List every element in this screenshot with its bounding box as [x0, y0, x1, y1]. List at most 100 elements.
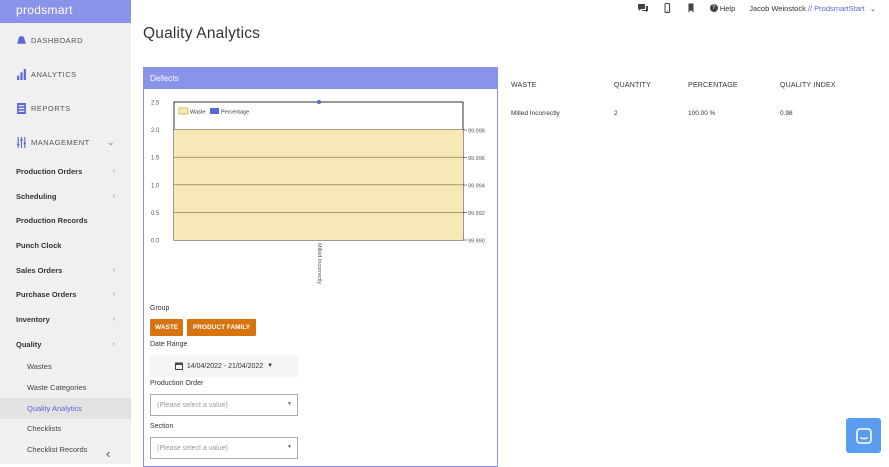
section-placeholder: (Please select a value) — [157, 445, 228, 452]
chevron-left-icon: ‹ — [112, 192, 115, 200]
mobile-icon[interactable] — [662, 3, 672, 13]
sidebar-item-inventory[interactable]: Inventory ‹ — [0, 307, 131, 332]
sidebar-item-purchase-orders[interactable]: Purchase Orders ‹ — [0, 282, 131, 307]
y-tick-label: 1.0 — [151, 183, 160, 189]
cell-quantity: 2 — [614, 109, 618, 117]
sidebar-item-label: Production Orders — [16, 166, 83, 176]
nav-management[interactable]: MANAGEMENT ⌄ — [0, 125, 131, 159]
sidebar-item-sales-orders[interactable]: Sales Orders ‹ — [0, 258, 131, 283]
y-tick-label: 0.0 — [151, 239, 160, 245]
sidebar-subitem-wastes[interactable]: Wastes — [0, 357, 131, 378]
sidebar-subitem-checklist-records[interactable]: Checklist Records — [0, 439, 131, 460]
chat-launcher-button[interactable] — [846, 418, 881, 453]
defects-chart: 2.5 2.0 1.5 1.0 0.5 0.0 99.998 99.996 99.994 99.9… — [151, 100, 485, 285]
group-label: Group — [150, 305, 170, 312]
sidebar-item-label: Purchase Orders — [16, 290, 77, 300]
legend-label-percentage: Percentage — [221, 110, 249, 116]
nav-reports[interactable]: REPORTS — [0, 91, 131, 125]
bookmark-icon[interactable] — [686, 3, 696, 13]
collapse-sidebar-icon[interactable]: ‹ — [106, 446, 110, 461]
y2-tick-label: 99.998 — [468, 129, 485, 135]
sidebar-item-production-orders[interactable]: Production Orders ‹ — [0, 159, 131, 184]
chevron-left-icon: ‹ — [112, 266, 115, 274]
page-title: Quality Analytics — [143, 25, 261, 42]
sidebar-subitem-quality-analytics[interactable]: Quality Analytics — [0, 397, 131, 419]
report-icon — [17, 102, 26, 114]
legend-label-waste: Waste — [190, 110, 205, 116]
chevron-left-icon: ‹ — [112, 340, 115, 348]
help-link[interactable]: ? Help — [709, 3, 736, 13]
sidebar-subitem-waste-categories[interactable]: Waste Categories — [0, 377, 131, 398]
quality-table: WASTE QUANTITY PERCENTAGE QUALITY INDEX … — [511, 75, 876, 123]
defects-panel: Defects 2.5 2.0 1.5 1.0 0.5 0.0 99.998 99.996 99… — [143, 67, 498, 467]
section-label: Section — [150, 423, 174, 430]
chevron-left-icon: ‹ — [112, 315, 115, 323]
y2-tick-label: 99.994 — [468, 184, 485, 190]
header-quantity[interactable]: QUANTITY — [614, 82, 688, 89]
sidebar-subitem-checklists[interactable]: Checklists — [0, 419, 131, 440]
y-tick-label: 2.0 — [151, 128, 160, 134]
nav-analytics-label: ANALYTICS — [31, 69, 77, 79]
help-label: Help — [719, 3, 736, 13]
separator: // — [805, 3, 815, 13]
chat-icon[interactable] — [637, 3, 648, 13]
legend-swatch-percentage — [210, 108, 219, 114]
percentage-point — [317, 100, 321, 104]
sidebar-item-label: Production Records — [16, 216, 88, 226]
calendar-icon — [174, 362, 183, 370]
chat-bubble-icon — [855, 427, 872, 444]
nav-analytics[interactable]: ANALYTICS — [0, 57, 131, 91]
caret-down-icon: ▼ — [287, 444, 292, 450]
y2-tick-label: 99.996 — [468, 156, 485, 162]
sidebar-item-label: Scheduling — [16, 191, 57, 201]
y-tick-label: 1.5 — [151, 156, 160, 162]
cell-quality-index: 0.98 — [780, 109, 793, 117]
table-row[interactable]: Milled Incorrectly 2 100.00 % 0.98 — [511, 103, 876, 123]
section-select[interactable]: (Please select a value) ▼ — [150, 437, 298, 459]
panel-title: Defects — [144, 68, 497, 89]
sidebar-item-punch-clock[interactable]: Punch Clock — [0, 233, 131, 258]
question-circle-icon: ? — [709, 4, 718, 12]
cell-waste: Milled Incorrectly — [511, 109, 560, 117]
sidebar-item-production-records[interactable]: Production Records — [0, 208, 131, 233]
user-menu[interactable]: Jacob Weinstock // ProdsmartStart ⌄ — [749, 4, 876, 13]
app-logo[interactable]: prodsmart — [0, 0, 131, 23]
sidebar-item-label: Punch Clock — [16, 240, 62, 250]
header-waste[interactable]: WASTE — [511, 82, 614, 89]
y-tick-label: 0.5 — [151, 211, 160, 217]
nav-dashboard[interactable]: DASHBOARD — [0, 23, 131, 57]
user-name: Jacob Weinstock — [749, 3, 806, 13]
production-order-select[interactable]: (Please select a value) ▼ — [150, 394, 298, 416]
caret-down-icon: ▼ — [267, 363, 274, 369]
caret-down-icon: ▼ — [287, 401, 292, 407]
bar-chart-icon — [17, 68, 26, 80]
topbar: ? Help Jacob Weinstock // ProdsmartStart… — [637, 3, 876, 13]
date-range-picker[interactable]: 14/04/2022 - 21/04/2022 ▼ — [150, 355, 298, 377]
y-tick-label: 2.5 — [151, 101, 160, 107]
cell-percentage: 100.00 % — [688, 109, 716, 117]
header-quality-index[interactable]: QUALITY INDEX — [780, 82, 876, 89]
y2-tick-label: 99.990 — [468, 239, 485, 245]
table-header: WASTE QUANTITY PERCENTAGE QUALITY INDEX — [511, 75, 876, 95]
chevron-left-icon: ‹ — [112, 291, 115, 299]
sidebar-item-scheduling[interactable]: Scheduling ‹ — [0, 184, 131, 209]
production-order-placeholder: (Please select a value) — [157, 402, 228, 409]
date-range-label: Date Range — [150, 341, 188, 348]
date-range-value: 14/04/2022 - 21/04/2022 — [186, 362, 264, 370]
company-name: ProdsmartStart — [814, 3, 865, 13]
sidebar: prodsmart DASHBOARD ANALYTICS REPORTS MA… — [0, 0, 131, 464]
nav-reports-label: REPORTS — [31, 103, 71, 113]
product-family-group-button[interactable]: PRODUCT FAMILY — [187, 319, 256, 336]
y2-tick-label: 99.992 — [468, 211, 485, 217]
x-tick-label: Milled Incorrectly — [316, 243, 322, 285]
chevron-down-icon: ⌄ — [869, 3, 876, 13]
legend-swatch-waste — [178, 107, 189, 115]
sidebar-item-label: Inventory — [16, 314, 50, 324]
chevron-left-icon: ‹ — [112, 167, 115, 175]
sidebar-item-quality[interactable]: Quality ‹ — [0, 332, 131, 357]
header-percentage[interactable]: PERCENTAGE — [688, 82, 780, 89]
sliders-icon — [17, 136, 26, 148]
production-order-label: Production Order — [150, 380, 204, 387]
nav-management-label: MANAGEMENT — [31, 137, 90, 147]
waste-group-button[interactable]: WASTE — [150, 319, 183, 336]
